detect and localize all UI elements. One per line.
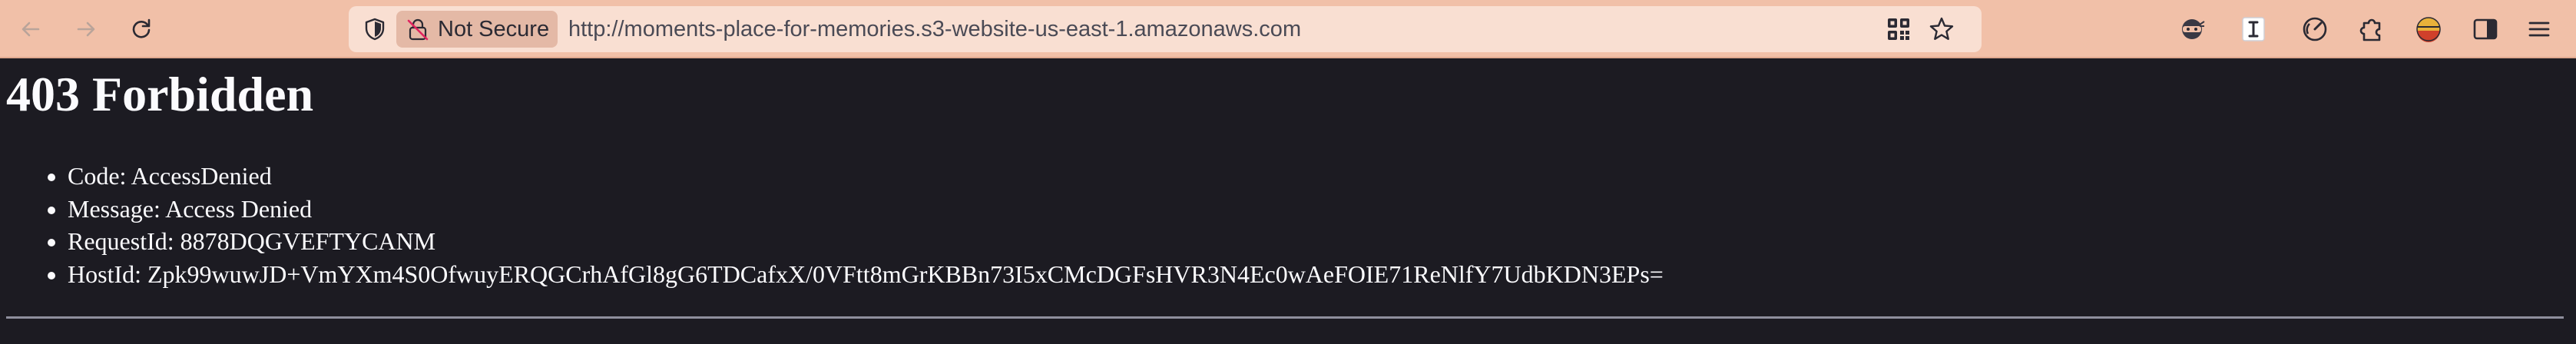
ninja-extension-icon [2182,19,2205,39]
address-bar[interactable]: Not Secure http://moments-place-for-memo… [349,6,1982,52]
error-details-list: Code: AccessDenied Message: Access Denie… [0,160,1664,290]
list-item-message: Message: Access Denied [68,193,1664,226]
browser-toolbar: Not Secure http://moments-place-for-memo… [0,0,2576,58]
i-extension-button[interactable] [2237,12,2270,46]
arrow-right-icon [77,22,95,37]
profile-button[interactable] [2412,12,2445,46]
tracking-protection-button[interactable] [359,14,390,45]
url-text[interactable]: http://moments-place-for-memories.s3-web… [568,6,1301,52]
security-label: Not Secure [438,16,550,41]
divider [6,316,2564,319]
site-security-button[interactable]: Not Secure [396,11,558,48]
profile-icon [2416,17,2441,42]
forward-button[interactable] [66,9,106,49]
list-item-code: Code: AccessDenied [68,160,1664,193]
list-item-request-id: RequestId: 8878DQGVEFTYCANM [68,225,1664,258]
sidebar-toggle-button[interactable] [2468,12,2502,46]
app-menu-button[interactable] [2522,12,2556,46]
ninja-extension-button[interactable] [2175,12,2209,46]
insecure-lock-icon [407,18,429,41]
back-button[interactable] [11,9,51,49]
shield-icon [365,18,385,41]
qr-code-button[interactable] [1883,14,1914,45]
sidebar-icon [2473,18,2498,40]
arrow-left-icon [22,22,40,37]
menu-icon [2528,22,2550,37]
speed-dial-icon [2303,17,2327,41]
i-extension-icon [2242,17,2265,41]
page-content: 403 Forbidden Code: AccessDenied Message… [0,58,2576,344]
page-title: 403 Forbidden [6,67,314,121]
qr-code-icon [1888,18,1909,40]
extensions-puzzle-icon [2359,18,2381,41]
reload-button[interactable] [121,9,161,49]
star-icon [1929,17,1954,40]
bookmark-button[interactable] [1926,14,1957,45]
extensions-button[interactable] [2355,12,2389,46]
list-item-host-id: HostId: Zpk99wuwJD+VmYXm4S0OfwuyERQGCrhA… [68,258,1664,291]
reload-icon [132,18,151,38]
speed-dial-button[interactable] [2298,12,2332,46]
